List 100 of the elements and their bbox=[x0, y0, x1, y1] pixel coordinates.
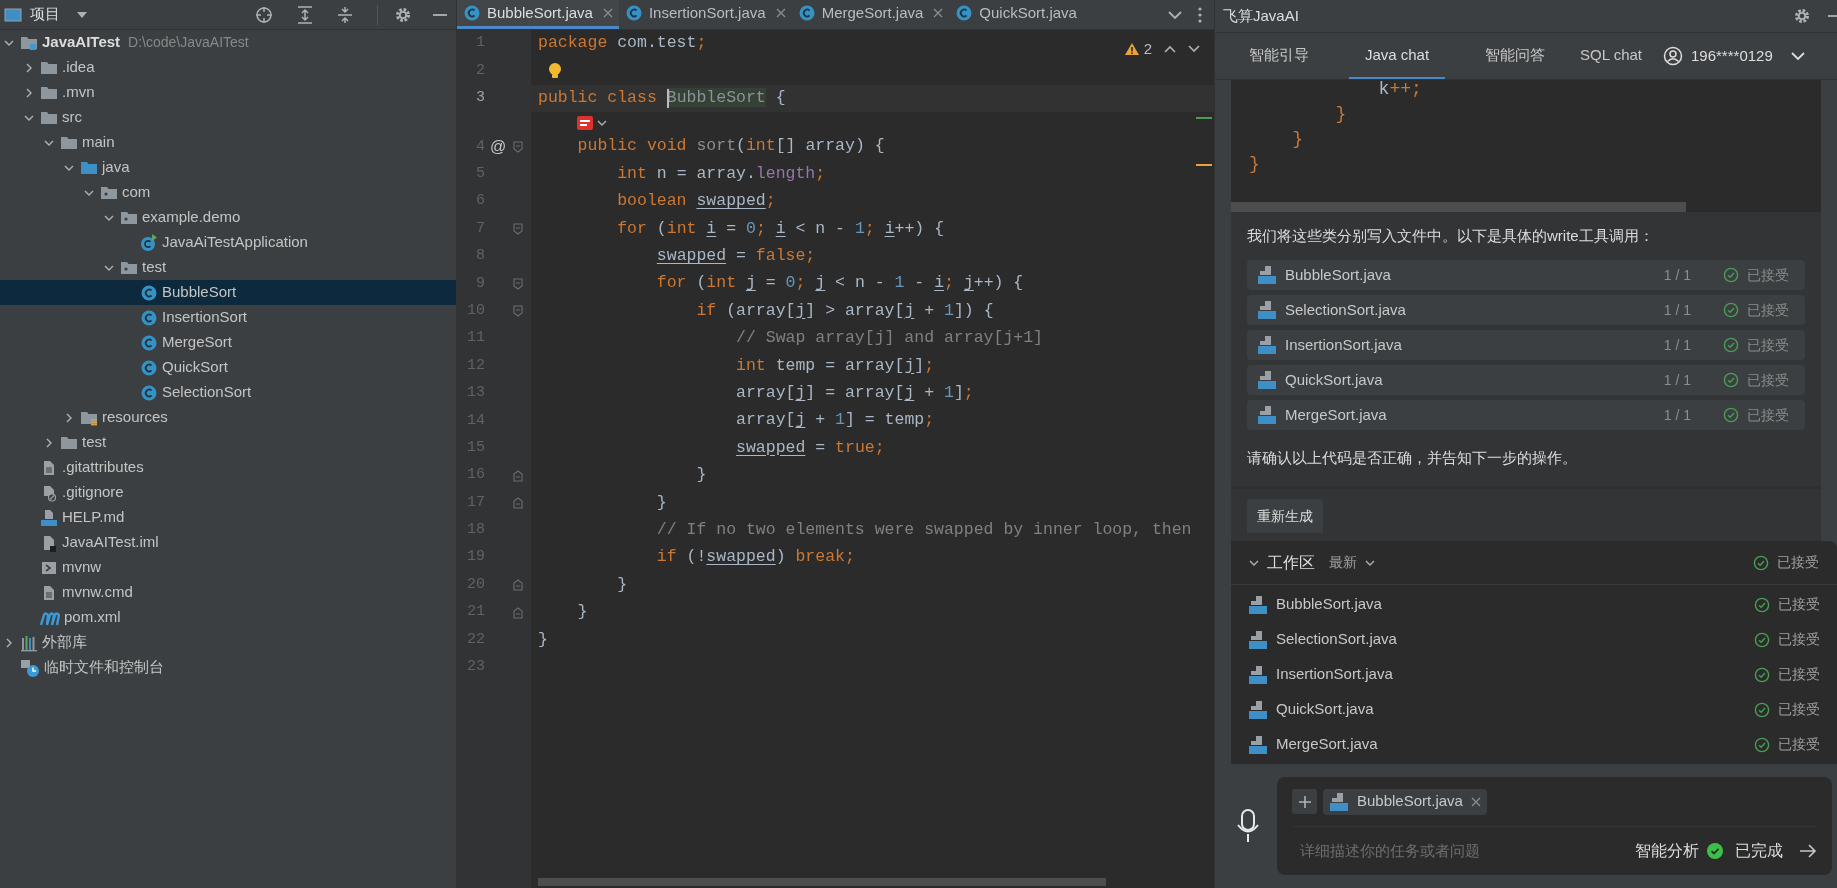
dropdown-icon[interactable] bbox=[76, 10, 88, 19]
file-row[interactable]: SelectionSort.java 1 / 1 已接受 bbox=[1247, 295, 1805, 325]
file-row[interactable]: SelectionSort.java 已接受 bbox=[1231, 622, 1837, 657]
check-circle-icon bbox=[1754, 701, 1770, 718]
text-cursor bbox=[666, 88, 669, 109]
scrollbar-thumb[interactable] bbox=[1231, 202, 1686, 212]
change-count: 1 / 1 bbox=[1663, 265, 1691, 285]
chat-tab[interactable]: SQL chat bbox=[1563, 33, 1659, 79]
tree-item[interactable]: 临时文件和控制台 bbox=[0, 655, 456, 680]
more-icon[interactable] bbox=[1198, 6, 1202, 23]
file-row[interactable]: InsertionSort.java 已接受 bbox=[1231, 657, 1837, 692]
tree-item[interactable]: pom.xml bbox=[0, 605, 456, 630]
tree-item[interactable]: InsertionSort bbox=[0, 305, 456, 330]
locate-icon[interactable] bbox=[255, 5, 273, 24]
editor-tab[interactable]: MergeSort.java bbox=[791, 0, 950, 29]
tree-item[interactable]: main bbox=[0, 130, 456, 155]
chevron-right-icon[interactable] bbox=[4, 637, 14, 648]
java-file-icon bbox=[1257, 335, 1277, 355]
tree-item[interactable]: test bbox=[0, 255, 456, 280]
collapse-all-icon[interactable] bbox=[337, 5, 353, 24]
editor-tab[interactable]: QuickSort.java bbox=[949, 0, 1083, 29]
file-row[interactable]: BubbleSort.java 1 / 1 已接受 bbox=[1247, 260, 1805, 290]
close-icon[interactable] bbox=[775, 8, 786, 18]
file-row[interactable]: BubbleSort.java 已接受 bbox=[1231, 587, 1837, 622]
settings-icon[interactable] bbox=[1793, 7, 1811, 25]
code-line: swapped = true; bbox=[735, 436, 885, 459]
tree-item[interactable]: 外部库 bbox=[0, 630, 456, 655]
tree-item[interactable]: BubbleSort bbox=[0, 280, 456, 305]
code-line: int temp = array[j]; bbox=[735, 354, 935, 377]
tree-item[interactable]: JavaAITest.iml bbox=[0, 530, 456, 555]
tree-item[interactable]: java bbox=[0, 155, 456, 180]
close-icon[interactable] bbox=[933, 8, 944, 18]
settings-icon[interactable] bbox=[394, 5, 412, 24]
lightbulb-icon[interactable] bbox=[548, 62, 562, 81]
editor-tab[interactable]: BubbleSort.java bbox=[457, 0, 619, 29]
prompt-input[interactable]: 详细描述你的任务或者问题 bbox=[1292, 839, 1627, 863]
tree-item[interactable]: .gitattributes bbox=[0, 455, 456, 480]
file-name: BubbleSort.java bbox=[1357, 791, 1463, 812]
file-row[interactable]: MergeSort.java 1 / 1 已接受 bbox=[1247, 400, 1805, 430]
file-row[interactable]: MergeSort.java 已接受 bbox=[1231, 727, 1837, 762]
file-row[interactable]: QuickSort.java 已接受 bbox=[1231, 692, 1837, 727]
chevron-right-icon[interactable] bbox=[24, 62, 34, 73]
change-count: 1 / 1 bbox=[1663, 405, 1691, 425]
mode-label[interactable]: 智能分析 bbox=[1635, 839, 1699, 863]
send-icon[interactable] bbox=[1799, 844, 1817, 858]
tree-item[interactable]: test bbox=[0, 430, 456, 455]
chevron-right-icon[interactable] bbox=[64, 412, 74, 423]
check-circle-icon bbox=[1754, 596, 1770, 613]
chat-tab[interactable]: 智能问答 bbox=[1467, 33, 1563, 79]
code-line: array[j + 1] = temp; bbox=[735, 409, 935, 432]
warning-counter[interactable]: 2 bbox=[1123, 38, 1152, 61]
file-name: InsertionSort.java bbox=[1276, 664, 1394, 685]
tree-item[interactable]: QuickSort bbox=[0, 355, 456, 380]
tree-item[interactable]: mvnw bbox=[0, 555, 456, 580]
chat-tab[interactable]: 智能引导 bbox=[1231, 33, 1327, 79]
plugin-logo-icon[interactable] bbox=[577, 115, 593, 130]
tree-item[interactable]: SelectionSort bbox=[0, 380, 456, 405]
tree-item[interactable]: .idea bbox=[0, 55, 456, 80]
regenerate-button[interactable]: 重新生成 bbox=[1247, 499, 1323, 533]
file-row[interactable]: InsertionSort.java 1 / 1 已接受 bbox=[1247, 330, 1805, 360]
tree-item[interactable]: JavaAiTestApplication bbox=[0, 230, 456, 255]
code-line: } bbox=[1334, 103, 1348, 126]
tree-item[interactable]: com bbox=[0, 180, 456, 205]
status-label: 已接受 bbox=[1747, 405, 1790, 425]
status-label: 已接受 bbox=[1747, 265, 1790, 285]
code-line: } bbox=[1249, 153, 1261, 176]
microphone-icon[interactable] bbox=[1235, 808, 1261, 844]
editor-tab[interactable]: InsertionSort.java bbox=[618, 0, 792, 29]
user-account[interactable]: 196****0129 bbox=[1663, 33, 1773, 79]
tree-item[interactable]: HELP.md bbox=[0, 505, 456, 530]
panel-title[interactable]: 项目 bbox=[30, 3, 60, 26]
chevron-down-icon[interactable] bbox=[1168, 9, 1182, 20]
tree-item[interactable]: mvnw.cmd bbox=[0, 580, 456, 605]
chevron-right-icon[interactable] bbox=[44, 437, 54, 448]
code-line: } bbox=[576, 601, 588, 624]
file-row[interactable]: QuickSort.java 1 / 1 已接受 bbox=[1247, 365, 1805, 395]
expand-all-icon[interactable] bbox=[297, 5, 313, 24]
tree-item[interactable]: .mvn bbox=[0, 80, 456, 105]
scrollbar-thumb[interactable] bbox=[538, 878, 1106, 886]
chevron-down-icon[interactable] bbox=[1188, 45, 1200, 54]
add-button[interactable] bbox=[1292, 789, 1317, 814]
java-file-icon bbox=[1248, 629, 1268, 650]
java-file-icon bbox=[1257, 300, 1277, 320]
tree-item[interactable]: resources bbox=[0, 405, 456, 430]
chevron-down-icon[interactable] bbox=[1790, 51, 1805, 61]
close-icon[interactable] bbox=[602, 8, 613, 18]
check-circle-icon bbox=[1723, 302, 1739, 318]
attachment-chip[interactable]: BubbleSort.java bbox=[1323, 788, 1487, 815]
filter-dropdown[interactable]: 最新 bbox=[1329, 552, 1357, 573]
chevron-up-icon[interactable] bbox=[1164, 45, 1176, 54]
tree-item[interactable]: .gitignore bbox=[0, 480, 456, 505]
close-icon[interactable] bbox=[1470, 796, 1481, 807]
tree-item[interactable]: example.demo bbox=[0, 205, 456, 230]
tree-item[interactable]: src bbox=[0, 105, 456, 130]
chevron-right-icon[interactable] bbox=[24, 87, 34, 98]
override-marker[interactable]: @ bbox=[489, 134, 507, 159]
code-line: } bbox=[655, 491, 667, 514]
tree-item[interactable]: MergeSort bbox=[0, 330, 456, 355]
tree-item[interactable]: JavaAITest D:\code\JavaAITest bbox=[0, 30, 456, 55]
status-label: 已接受 bbox=[1777, 553, 1819, 572]
